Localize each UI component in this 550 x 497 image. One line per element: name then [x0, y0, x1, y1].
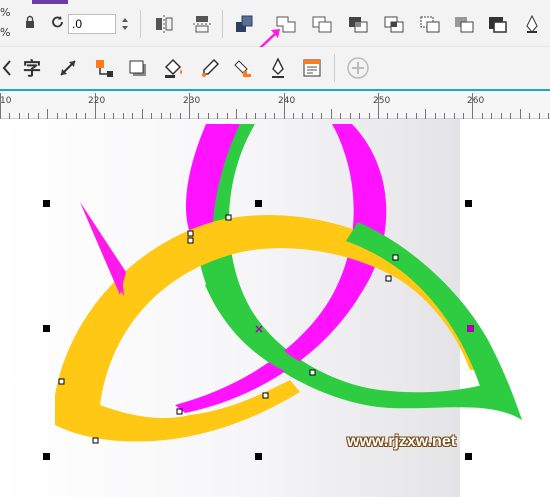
toolbox-bar: 字	[0, 47, 550, 90]
selection-handle-top-right[interactable]	[465, 200, 472, 207]
node-point[interactable]	[385, 275, 392, 282]
create-boundary-icon[interactable]	[484, 10, 512, 38]
connector-tool-icon[interactable]	[90, 54, 118, 82]
selection-handle-top-middle[interactable]	[255, 200, 262, 207]
rotate-icon	[48, 10, 68, 34]
ruler-label: 250	[373, 96, 390, 106]
back-minus-front-icon[interactable]	[450, 10, 478, 38]
intersect-icon[interactable]	[344, 10, 372, 38]
ruler-label: 220	[88, 96, 105, 106]
scale-x-percent: %	[0, 6, 11, 19]
dimension-tool-icon[interactable]	[54, 54, 82, 82]
trim-icon[interactable]	[308, 10, 336, 38]
ruler-label: 240	[278, 96, 295, 106]
lock-icon[interactable]	[22, 14, 38, 30]
rotation-center-marker[interactable]	[467, 325, 474, 332]
front-minus-back-icon[interactable]	[416, 10, 444, 38]
ruler-label: 230	[183, 96, 200, 106]
mirror-horizontal-icon[interactable]	[150, 10, 178, 38]
add-icon[interactable]	[344, 54, 372, 82]
selection-handle-bottom-middle[interactable]	[255, 453, 262, 460]
desktop-area	[460, 119, 550, 497]
fill-bucket-icon[interactable]	[160, 54, 188, 82]
text-tool-icon[interactable]: 字	[18, 54, 46, 82]
ruler-label: 10	[0, 96, 12, 106]
pen-tip-icon[interactable]	[522, 10, 542, 38]
rotation-input[interactable]	[68, 14, 116, 34]
selection-handle-top-left[interactable]	[43, 200, 50, 207]
selection-handle-middle-left[interactable]	[43, 325, 50, 332]
horizontal-ruler[interactable]: 10 220 230 240 250 260	[0, 89, 550, 119]
outline-pen-icon[interactable]	[264, 54, 292, 82]
drawing-canvas[interactable]	[0, 119, 550, 497]
node-point[interactable]	[225, 214, 232, 221]
spin-arrows-icon[interactable]	[118, 14, 132, 34]
mirror-vertical-icon[interactable]	[188, 10, 216, 38]
node-point[interactable]	[309, 369, 316, 376]
node-point[interactable]	[92, 437, 99, 444]
drop-shadow-icon[interactable]	[124, 54, 152, 82]
arrange-front-icon[interactable]	[230, 10, 258, 38]
node-point[interactable]	[262, 392, 269, 399]
node-point[interactable]	[187, 237, 194, 244]
active-tab-indicator	[32, 0, 68, 4]
property-bar: % %	[0, 0, 550, 51]
smart-fill-icon[interactable]	[298, 54, 326, 82]
simplify-icon[interactable]	[380, 10, 408, 38]
ruler-label: 260	[467, 96, 484, 106]
scale-y-percent: %	[0, 26, 11, 39]
eyedropper-icon[interactable]	[196, 54, 224, 82]
node-point[interactable]	[58, 378, 65, 385]
selection-handle-bottom-right[interactable]	[465, 453, 472, 460]
selection-handle-bottom-left[interactable]	[43, 453, 50, 460]
interactive-fill-icon[interactable]	[230, 54, 258, 82]
node-point[interactable]	[187, 230, 194, 237]
node-point[interactable]	[176, 408, 183, 415]
watermark-text: www.rjzxw.net	[347, 433, 457, 450]
node-point[interactable]	[392, 254, 399, 261]
